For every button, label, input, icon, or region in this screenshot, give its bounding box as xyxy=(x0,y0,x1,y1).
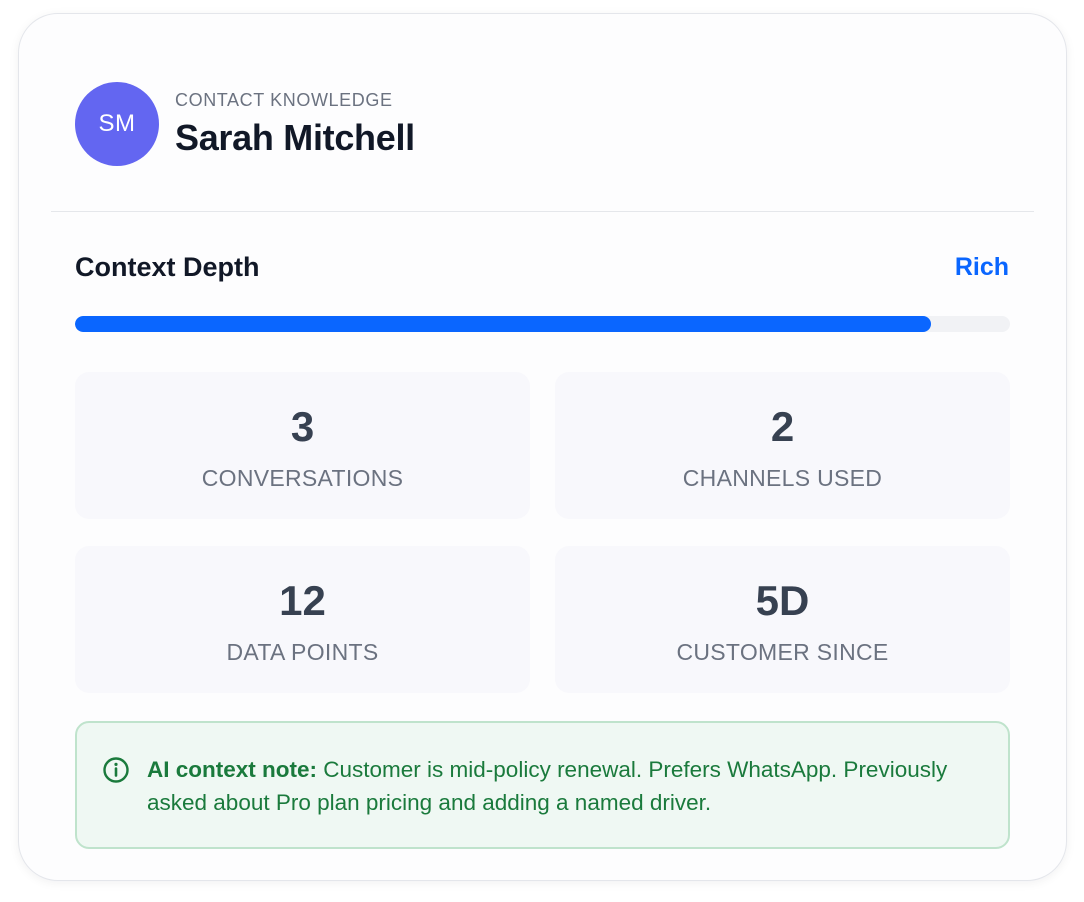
ai-context-note-text: AI context note: Customer is mid-policy … xyxy=(147,753,978,847)
stat-value: 3 xyxy=(290,403,315,450)
ai-context-note-label: AI context note: xyxy=(147,757,318,782)
stat-value: 12 xyxy=(279,577,326,624)
avatar: SM xyxy=(75,82,159,166)
context-depth-level: Rich xyxy=(954,253,1009,281)
contact-knowledge-card: SM CONTACT KNOWLEDGE Sarah Mitchell Cont… xyxy=(18,13,1067,881)
stat-card-channels-used: 2 CHANNELS USED xyxy=(555,372,1010,519)
contact-heading: CONTACT KNOWLEDGE Sarah Mitchell xyxy=(175,90,415,159)
contact-name: Sarah Mitchell xyxy=(175,116,415,158)
stat-label: CHANNELS USED xyxy=(682,465,883,491)
stat-card-customer-since: 5D CUSTOMER SINCE xyxy=(555,546,1010,693)
stat-label: DATA POINTS xyxy=(226,639,379,665)
context-depth-progress xyxy=(75,316,1010,332)
stat-card-data-points: 12 DATA POINTS xyxy=(75,546,530,693)
info-icon xyxy=(101,755,131,785)
contact-header: SM CONTACT KNOWLEDGE Sarah Mitchell xyxy=(75,82,415,166)
stat-card-conversations: 3 CONVERSATIONS xyxy=(75,372,530,519)
ai-context-note: AI context note: Customer is mid-policy … xyxy=(75,721,1010,849)
section-eyebrow: CONTACT KNOWLEDGE xyxy=(175,89,393,110)
context-depth-title: Context Depth xyxy=(75,252,260,282)
stat-value: 5D xyxy=(755,577,810,624)
stat-label: CONVERSATIONS xyxy=(201,465,404,491)
stat-label: CUSTOMER SINCE xyxy=(676,639,889,665)
context-depth-row: Context Depth Rich xyxy=(75,252,1009,283)
context-depth-progress-fill xyxy=(75,316,931,332)
stat-value: 2 xyxy=(770,403,795,450)
header-divider xyxy=(51,211,1034,212)
